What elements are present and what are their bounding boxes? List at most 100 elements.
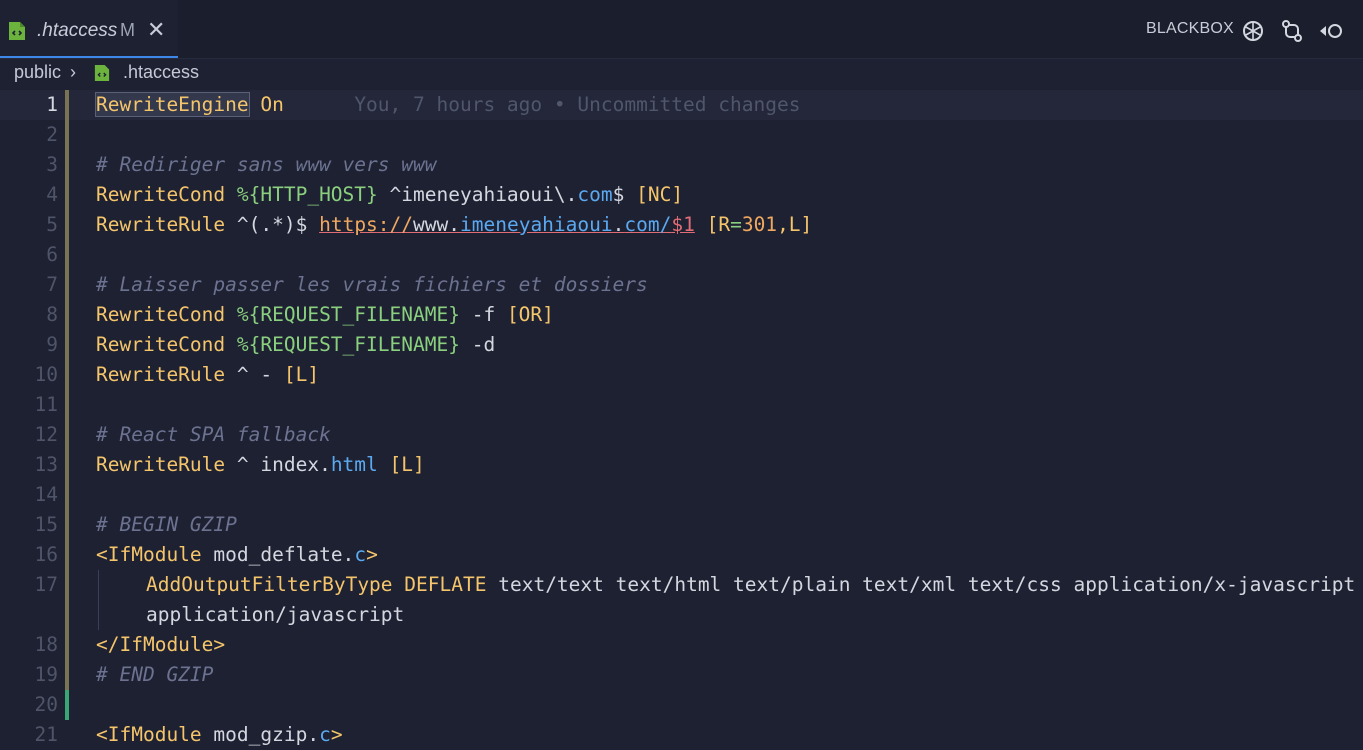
- code-text: RewriteRule ^ index.html [L]: [96, 450, 425, 480]
- line-number: 3: [46, 153, 58, 176]
- token: DEFLATE: [404, 573, 487, 596]
- file-icon: [94, 65, 110, 81]
- code-line: 1 RewriteEngine On You, 7 hours ago • Un…: [0, 90, 1363, 120]
- comment: # React SPA fallback: [96, 423, 331, 446]
- chevron-right-icon: ›: [70, 62, 76, 82]
- added-gutter-mark: [65, 690, 69, 720]
- modified-gutter-mark: [65, 270, 69, 300]
- blackbox-label[interactable]: BLACKBOX: [1146, 20, 1234, 38]
- token: [L]: [283, 363, 320, 386]
- line-number: 17: [34, 573, 58, 596]
- file-icon: [9, 22, 25, 40]
- line-number: 12: [34, 423, 58, 446]
- breadcrumb-folder[interactable]: public: [14, 62, 61, 83]
- token: =: [730, 213, 742, 236]
- comment: # Rediriger sans www vers www: [96, 153, 437, 176]
- token: imeneyahiaoui: [460, 213, 613, 236]
- modified-gutter-mark: [65, 90, 69, 120]
- token: RewriteCond: [96, 183, 226, 206]
- code-text: RewriteCond %{REQUEST_FILENAME} -d: [96, 330, 495, 360]
- token: On: [260, 93, 284, 116]
- code-text: </IfModule>: [96, 633, 226, 656]
- token: ^ -: [236, 363, 273, 386]
- code-line: 19 # END GZIP: [0, 660, 1363, 690]
- modified-gutter-mark: [65, 150, 69, 180]
- token: c: [354, 543, 367, 566]
- code-line: 5 RewriteRule ^(.*)$ https://www.imeneya…: [0, 210, 1363, 240]
- token: [L]: [389, 453, 425, 476]
- token: c: [319, 723, 331, 746]
- line-number: 13: [34, 453, 58, 476]
- token: ^ index.: [236, 453, 331, 476]
- code-line: 7 # Laisser passer les vrais fichiers et…: [0, 270, 1363, 300]
- code-line: 20: [0, 690, 1363, 720]
- modified-gutter-mark: [65, 540, 69, 570]
- code-line: 2: [0, 120, 1363, 150]
- close-icon[interactable]: ✕: [147, 19, 165, 41]
- token: [OR]: [506, 303, 554, 326]
- line-number: 11: [34, 393, 58, 416]
- token: <IfModule: [96, 543, 202, 566]
- comment: # END GZIP: [96, 663, 214, 686]
- code-line: 3 # Rediriger sans www vers www: [0, 150, 1363, 180]
- code-text: AddOutputFilterByType DEFLATE text/text …: [146, 570, 1355, 600]
- go-back-icon[interactable]: [1318, 18, 1344, 44]
- code-line: 15 # BEGIN GZIP: [0, 510, 1363, 540]
- tab-htaccess[interactable]: .htaccess M ✕: [0, 0, 178, 58]
- modified-gutter-mark: [65, 510, 69, 540]
- compare-changes-icon[interactable]: [1279, 18, 1305, 44]
- code-text: <IfModule mod_deflate.c>: [96, 540, 378, 570]
- modified-gutter-mark: [65, 300, 69, 330]
- token: text/text text/html text/plain text/xml …: [498, 573, 1356, 596]
- code-line: 17 AddOutputFilterByType DEFLATE text/te…: [0, 570, 1363, 600]
- token: ,L]: [777, 213, 813, 236]
- code-editor[interactable]: 1 RewriteEngine On You, 7 hours ago • Un…: [0, 90, 1363, 748]
- modified-gutter-mark: [65, 180, 69, 210]
- token: RewriteRule: [96, 213, 226, 236]
- tab-label: .htaccess: [37, 20, 118, 41]
- token: ^imeneyahiaoui\.: [389, 183, 578, 206]
- modified-gutter-mark: [65, 120, 69, 150]
- code-line: 11: [0, 390, 1363, 420]
- token: $: [612, 183, 625, 206]
- line-number: 7: [46, 273, 58, 296]
- token: RewriteCond: [96, 333, 226, 356]
- token: %{HTTP_HOST}: [236, 183, 378, 206]
- line-number: 8: [46, 303, 58, 326]
- token: <IfModule: [96, 723, 202, 746]
- line-number: 1: [46, 93, 58, 116]
- breadcrumb-file[interactable]: .htaccess: [123, 62, 199, 83]
- token: com: [624, 213, 660, 236]
- line-number: 10: [34, 363, 58, 386]
- line-number: 20: [34, 693, 58, 716]
- token: %{REQUEST_FILENAME}: [236, 333, 460, 356]
- token: RewriteCond: [96, 303, 226, 326]
- token: -d: [471, 333, 496, 356]
- code-line: 4 RewriteCond %{HTTP_HOST} ^imeneyahiaou…: [0, 180, 1363, 210]
- url-link[interactable]: https: [319, 213, 378, 236]
- modified-gutter-mark: [65, 210, 69, 240]
- line-number: 5: [46, 213, 58, 236]
- token: AddOutputFilterByType: [146, 573, 393, 596]
- breadcrumb: public › .htaccess: [0, 60, 1363, 88]
- code-line: 12 # React SPA fallback: [0, 420, 1363, 450]
- line-number: 19: [34, 663, 58, 686]
- openai-icon[interactable]: [1240, 18, 1266, 44]
- code-text: RewriteCond %{REQUEST_FILENAME} -f [OR]: [96, 300, 554, 330]
- code-line: 18 </IfModule>: [0, 630, 1363, 660]
- token: .: [612, 213, 625, 236]
- code-line: 10 RewriteRule ^ - [L]: [0, 360, 1363, 390]
- modified-gutter-mark: [65, 420, 69, 450]
- line-number: 4: [46, 183, 58, 206]
- code-text: RewriteEngine On You, 7 hours ago • Unco…: [95, 90, 800, 120]
- comment: # BEGIN GZIP: [96, 513, 237, 536]
- token: [R: [706, 213, 731, 236]
- token: -f: [471, 303, 496, 326]
- token: >: [366, 543, 378, 566]
- token: /: [659, 213, 672, 236]
- code-line: 6: [0, 240, 1363, 270]
- line-number: 9: [46, 333, 58, 356]
- line-number: 18: [34, 633, 58, 656]
- token: RewriteEngine: [95, 92, 250, 117]
- code-text: RewriteRule ^(.*)$ https://www.imeneyahi…: [96, 210, 812, 240]
